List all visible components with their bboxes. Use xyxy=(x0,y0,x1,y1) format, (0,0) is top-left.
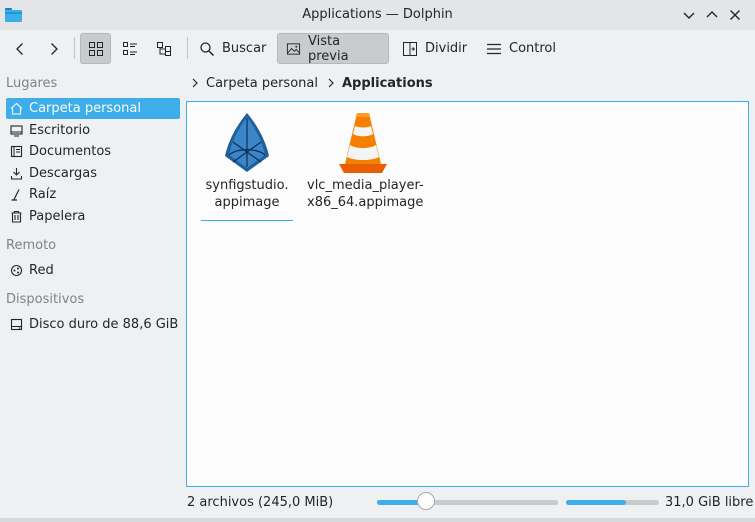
sidebar-item-desktop[interactable]: Escritorio xyxy=(6,120,180,141)
split-button-label: Dividir xyxy=(425,41,468,56)
arrow-left-icon xyxy=(16,42,23,55)
zoom-slider[interactable] xyxy=(377,500,558,505)
hamburger-menu-icon xyxy=(487,43,501,54)
synfig-icon xyxy=(225,113,269,172)
desktop-icon xyxy=(10,125,23,137)
close-icon xyxy=(730,10,740,20)
toolbar-separator xyxy=(74,37,75,59)
breadcrumb-current[interactable]: Applications xyxy=(342,76,433,91)
control-button-label: Control xyxy=(509,41,556,56)
downloads-icon xyxy=(10,168,23,180)
sidebar-item-label: Descargas xyxy=(29,166,98,181)
compact-view-button[interactable] xyxy=(114,33,145,64)
sidebar-item-label: Raíz xyxy=(29,187,57,202)
search-button-label: Buscar xyxy=(222,41,267,56)
free-space-bar-fill xyxy=(566,500,627,505)
places-header: Lugares xyxy=(6,76,58,91)
preview-button-label: Vista previa xyxy=(308,33,349,64)
breadcrumb-home[interactable]: Carpeta personal xyxy=(206,76,318,91)
toolbar-separator xyxy=(187,37,188,59)
window-bottom-edge xyxy=(0,518,755,522)
network-icon xyxy=(10,264,23,277)
dolphin-window: Applications — Dolphin Buscar Vista prev… xyxy=(0,0,755,522)
view-compact-icon xyxy=(122,41,137,55)
close-button[interactable] xyxy=(726,6,744,24)
status-summary: 2 archivos (245,0 MiB) xyxy=(187,495,334,510)
search-icon xyxy=(200,41,215,56)
split-view-icon xyxy=(403,41,417,56)
sidebar-item-label: Papelera xyxy=(29,209,86,224)
sidebar-item-documents[interactable]: Documentos xyxy=(6,141,180,162)
split-button[interactable]: Dividir xyxy=(396,33,473,64)
window-title: Applications — Dolphin xyxy=(302,7,453,22)
sidebar-item-root[interactable]: Raíz xyxy=(6,184,180,205)
remote-header: Remoto xyxy=(6,238,57,253)
sidebar-item-trash[interactable]: Papelera xyxy=(6,206,180,227)
sidebar-item-downloads[interactable]: Descargas xyxy=(6,163,180,184)
sidebar-item-label: Escritorio xyxy=(29,123,91,138)
minimize-button[interactable] xyxy=(680,6,698,24)
sidebar-item-label: Carpeta personal xyxy=(29,101,141,116)
file-item-synfig[interactable]: synfigstudio. appimage xyxy=(191,112,303,221)
home-icon xyxy=(10,102,23,115)
file-name-line: appimage xyxy=(214,195,280,210)
view-tree-icon xyxy=(156,41,171,56)
file-name-line: synfigstudio. xyxy=(205,178,289,193)
devices-header: Dispositivos xyxy=(6,292,85,307)
title-bar[interactable]: Applications — Dolphin xyxy=(0,0,755,30)
free-space-label: 31,0 GiB libre xyxy=(665,495,754,510)
chevron-down-icon xyxy=(683,12,695,19)
file-name-line: x86_64.appimage xyxy=(307,195,424,210)
vlc-cone-icon xyxy=(339,113,387,173)
view-icons-icon xyxy=(88,41,103,56)
breadcrumb: Carpeta personal Applications xyxy=(186,72,433,94)
back-button[interactable] xyxy=(8,33,32,64)
zoom-slider-handle[interactable] xyxy=(416,492,435,510)
focus-underline xyxy=(201,220,293,221)
forward-button[interactable] xyxy=(42,33,66,64)
chevron-up-icon xyxy=(706,11,718,18)
sidebar-item-label: Disco duro de 88,6 GiB xyxy=(29,317,179,332)
search-button[interactable]: Buscar xyxy=(193,33,272,64)
sidebar-item-home[interactable]: Carpeta personal xyxy=(6,98,180,119)
chevron-right-icon xyxy=(328,78,334,88)
sidebar-item-label: Documentos xyxy=(29,144,112,159)
file-view[interactable]: synfigstudio. appimage vlc_media_player-… xyxy=(186,101,749,487)
root-icon xyxy=(11,189,20,201)
sidebar-item-harddisk[interactable]: Disco duro de 88,6 GiB xyxy=(6,314,180,335)
arrow-right-icon xyxy=(51,42,58,55)
documents-icon xyxy=(10,145,23,158)
free-space-bar xyxy=(566,500,659,505)
file-item-vlc[interactable]: vlc_media_player- x86_64.appimage xyxy=(307,112,424,211)
image-preview-icon xyxy=(286,42,301,55)
icons-view-button[interactable] xyxy=(80,33,111,64)
harddisk-icon xyxy=(10,318,23,331)
trash-icon xyxy=(11,210,22,223)
details-view-button[interactable] xyxy=(148,33,179,64)
file-name-line: vlc_media_player- xyxy=(307,178,424,193)
chevron-right-icon xyxy=(192,78,198,88)
control-menu-button[interactable]: Control xyxy=(480,33,562,64)
places-panel: Lugares Carpeta personal Escritorio Docu… xyxy=(0,68,183,488)
sidebar-item-network[interactable]: Red xyxy=(6,260,180,281)
maximize-button[interactable] xyxy=(703,6,721,24)
main-toolbar: Buscar Vista previa Dividir Control xyxy=(0,30,755,68)
sidebar-item-label: Red xyxy=(29,263,54,278)
preview-button[interactable]: Vista previa xyxy=(277,33,389,64)
